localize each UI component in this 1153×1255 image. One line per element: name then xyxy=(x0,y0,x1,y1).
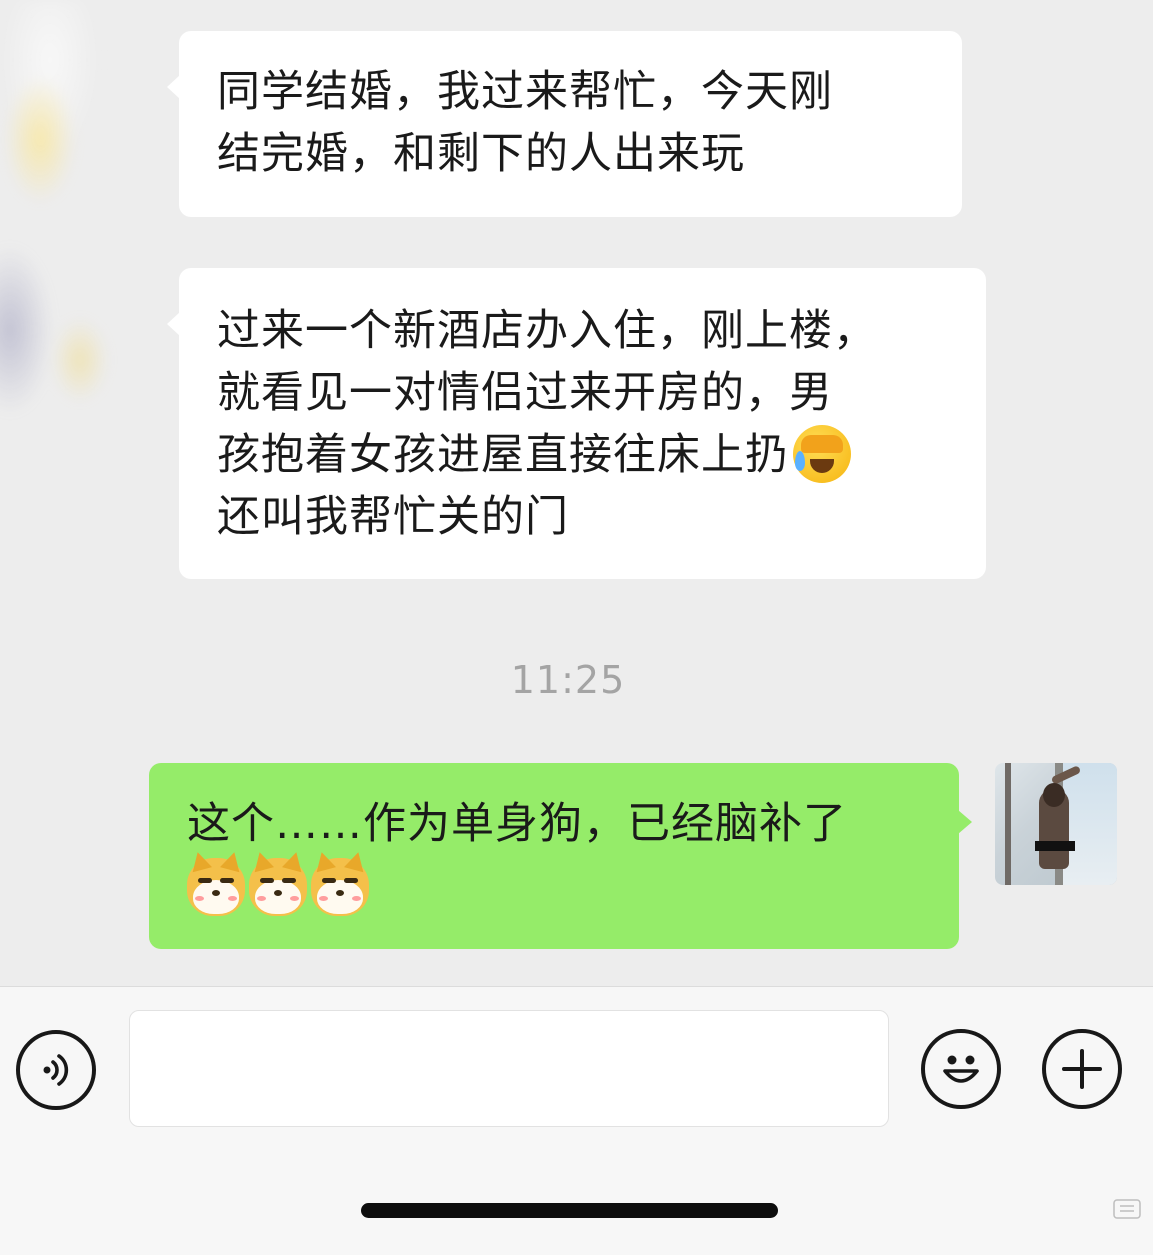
plus-button[interactable] xyxy=(1042,1029,1122,1109)
watermark-mark xyxy=(1113,1199,1141,1219)
doge-emoji xyxy=(187,857,245,916)
message-text: 同学结婚，我过来帮忙，今天刚 xyxy=(217,67,833,117)
message-text: 就看见一对情侣过来开房的，男 xyxy=(217,368,833,418)
emoji-row xyxy=(187,855,959,917)
blurred-avatar xyxy=(0,0,160,500)
plus-icon xyxy=(1062,1049,1102,1089)
outgoing-message-bubble[interactable]: 这个……作为单身狗，已经脑补了 xyxy=(149,763,972,949)
smiley-face-icon xyxy=(943,1055,979,1083)
message-text-line-with-emoji: 孩抱着女孩进屋直接往床上扔 xyxy=(217,424,986,486)
message-text: 这个……作为单身狗，已经脑补了 xyxy=(187,799,847,849)
input-bar xyxy=(0,986,1153,1255)
doge-emoji xyxy=(249,857,307,916)
face-with-tears-of-joy-covering-face-emoji xyxy=(793,424,851,483)
message-text: 结完婚，和剩下的人出来玩 xyxy=(217,129,745,179)
message-text: 过来一个新酒店办入住，刚上楼， xyxy=(217,306,877,356)
bubble-tail xyxy=(167,312,180,336)
voice-button[interactable] xyxy=(16,1030,96,1110)
user-avatar[interactable] xyxy=(995,763,1117,885)
home-indicator xyxy=(361,1203,778,1218)
incoming-message-bubble[interactable]: 过来一个新酒店办入住，刚上楼， 就看见一对情侣过来开房的，男 孩抱着女孩进屋直接… xyxy=(167,268,986,579)
bubble-tail xyxy=(167,75,180,99)
voice-icon xyxy=(43,1054,69,1086)
message-text: 还叫我帮忙关的门 xyxy=(217,492,569,542)
bubble-tail xyxy=(958,810,972,834)
doge-emoji xyxy=(311,857,369,916)
message-input[interactable] xyxy=(129,1010,889,1127)
emoji-button[interactable] xyxy=(921,1029,1001,1109)
incoming-message-bubble[interactable]: 同学结婚，我过来帮忙，今天刚 结完婚，和剩下的人出来玩 xyxy=(167,31,962,217)
chat-area: 同学结婚，我过来帮忙，今天刚 结完婚，和剩下的人出来玩 过来一个新酒店办入住，刚… xyxy=(0,0,1153,986)
timestamp: 11:25 xyxy=(510,658,626,702)
message-text: 孩抱着女孩进屋直接往床上扔 xyxy=(217,430,789,480)
